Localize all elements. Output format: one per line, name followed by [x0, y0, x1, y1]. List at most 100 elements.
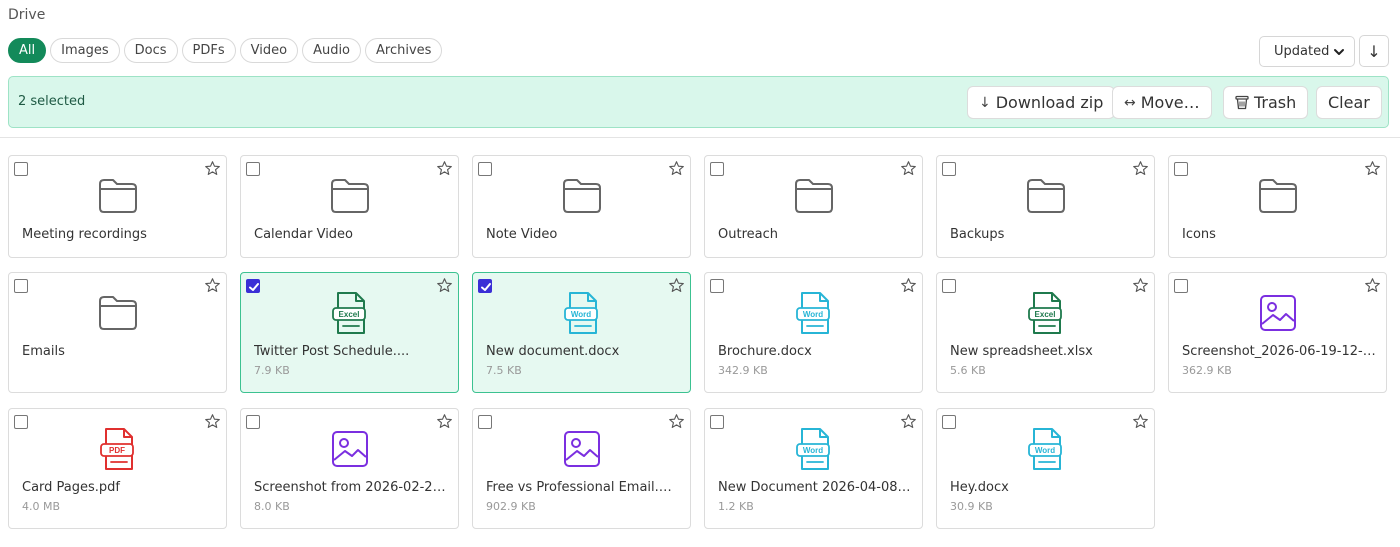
excel-file-icon: Excel — [331, 292, 366, 334]
image-file-icon — [1259, 295, 1296, 331]
file-card[interactable]: Excel Twitter Post Schedule.... 7.9 KB — [240, 272, 459, 393]
check-icon — [249, 283, 259, 291]
image-file-icon — [331, 431, 368, 467]
filter-chip-audio[interactable]: Audio — [302, 38, 362, 63]
sort-direction-button[interactable]: ↓ — [1359, 35, 1389, 67]
check-icon — [481, 283, 491, 291]
file-card[interactable]: Emails — [8, 272, 227, 393]
folder-icon — [1258, 179, 1297, 213]
file-thumbnail — [94, 172, 142, 220]
filter-chip-video[interactable]: Video — [239, 38, 299, 63]
file-card[interactable]: Screenshot_2026-06-19-12-35-... 362.9 KB — [1168, 272, 1387, 393]
file-name: Screenshot_2026-06-19-12-35-... — [1182, 344, 1376, 359]
file-type-badge: Word — [1034, 446, 1054, 455]
star-icon[interactable] — [900, 413, 917, 430]
file-thumbnail: Word — [790, 289, 838, 337]
file-card[interactable]: Word New Document 2026-04-08 04-... 1.2 KB — [704, 408, 923, 529]
star-icon[interactable] — [668, 277, 685, 294]
file-card[interactable]: PDF Card Pages.pdf 4.0 MB — [8, 408, 227, 529]
filter-chip-docs[interactable]: Docs — [123, 38, 178, 63]
select-checkbox[interactable] — [942, 162, 956, 176]
move-icon: ↔ — [1124, 94, 1136, 111]
clear-selection-button[interactable]: Clear — [1316, 86, 1382, 119]
select-checkbox[interactable] — [710, 279, 724, 293]
file-type-badge: Word — [802, 446, 822, 455]
select-checkbox[interactable] — [478, 279, 492, 293]
star-icon[interactable] — [900, 277, 917, 294]
download-zip-button[interactable]: ↓ Download zip — [967, 86, 1116, 119]
file-card[interactable]: Free vs Professional Email.png 902.9 KB — [472, 408, 691, 529]
chevron-down-icon — [1334, 49, 1344, 55]
file-size: 8.0 KB — [254, 500, 290, 513]
star-icon[interactable] — [1132, 277, 1149, 294]
star-icon[interactable] — [436, 277, 453, 294]
filter-chip-archives[interactable]: Archives — [365, 38, 443, 63]
file-name: Twitter Post Schedule.... — [254, 344, 410, 359]
file-card[interactable]: Meeting recordings — [8, 155, 227, 258]
word-file-icon: Word — [563, 292, 598, 334]
select-checkbox[interactable] — [1174, 162, 1188, 176]
file-name: Card Pages.pdf — [22, 480, 121, 495]
select-checkbox[interactable] — [710, 162, 724, 176]
star-icon[interactable] — [1364, 160, 1381, 177]
file-card[interactable]: Excel New spreadsheet.xlsx 5.6 KB — [936, 272, 1155, 393]
folder-icon — [330, 179, 369, 213]
filter-chip-images[interactable]: Images — [50, 38, 120, 63]
file-card[interactable]: Backups — [936, 155, 1155, 258]
star-icon[interactable] — [1132, 413, 1149, 430]
move-button[interactable]: ↔ Move… — [1112, 86, 1212, 119]
file-name: New document.docx — [486, 344, 620, 359]
star-icon[interactable] — [204, 413, 221, 430]
file-name: Free vs Professional Email.png — [486, 480, 680, 495]
select-checkbox[interactable] — [942, 415, 956, 429]
star-icon[interactable] — [1132, 160, 1149, 177]
select-checkbox[interactable] — [246, 279, 260, 293]
file-type-badge: Excel — [1034, 310, 1055, 319]
sort-select[interactable]: Updated — [1259, 36, 1355, 67]
file-card[interactable]: Calendar Video — [240, 155, 459, 258]
file-card[interactable]: Note Video — [472, 155, 691, 258]
select-checkbox[interactable] — [1174, 279, 1188, 293]
star-icon[interactable] — [436, 413, 453, 430]
file-thumbnail — [558, 172, 606, 220]
file-grid: Meeting recordings Calendar Video Note Vid… — [8, 155, 1387, 544]
star-icon[interactable] — [1364, 277, 1381, 294]
file-thumbnail: Word — [558, 289, 606, 337]
folder-icon — [794, 179, 833, 213]
select-checkbox[interactable] — [14, 415, 28, 429]
word-file-icon: Word — [795, 292, 830, 334]
trash-icon — [1235, 95, 1249, 110]
filter-chip-pdfs[interactable]: PDFs — [181, 38, 236, 63]
select-checkbox[interactable] — [246, 415, 260, 429]
star-icon[interactable] — [436, 160, 453, 177]
select-checkbox[interactable] — [246, 162, 260, 176]
star-icon[interactable] — [204, 160, 221, 177]
file-card[interactable]: Word Hey.docx 30.9 KB — [936, 408, 1155, 529]
select-checkbox[interactable] — [14, 279, 28, 293]
file-thumbnail — [558, 425, 606, 473]
select-checkbox[interactable] — [478, 162, 492, 176]
select-checkbox[interactable] — [478, 415, 492, 429]
clear-label: Clear — [1328, 93, 1370, 112]
file-card[interactable]: Word Brochure.docx 342.9 KB — [704, 272, 923, 393]
file-name: Icons — [1182, 227, 1216, 242]
select-checkbox[interactable] — [14, 162, 28, 176]
file-size: 7.9 KB — [254, 364, 290, 377]
file-thumbnail: Word — [790, 425, 838, 473]
file-card[interactable]: Outreach — [704, 155, 923, 258]
file-card[interactable]: Screenshot from 2026-02-22 1... 8.0 KB — [240, 408, 459, 529]
star-icon[interactable] — [668, 160, 685, 177]
file-card[interactable]: Icons — [1168, 155, 1387, 258]
file-name: New spreadsheet.xlsx — [950, 344, 1093, 359]
file-type-badge: PDF — [109, 446, 125, 455]
file-name: Brochure.docx — [718, 344, 812, 359]
star-icon[interactable] — [204, 277, 221, 294]
select-checkbox[interactable] — [942, 279, 956, 293]
file-size: 4.0 MB — [22, 500, 61, 513]
filter-chip-all[interactable]: All — [8, 38, 47, 63]
select-checkbox[interactable] — [710, 415, 724, 429]
star-icon[interactable] — [668, 413, 685, 430]
star-icon[interactable] — [900, 160, 917, 177]
file-card[interactable]: Word New document.docx 7.5 KB — [472, 272, 691, 393]
trash-button[interactable]: Trash — [1223, 86, 1309, 119]
